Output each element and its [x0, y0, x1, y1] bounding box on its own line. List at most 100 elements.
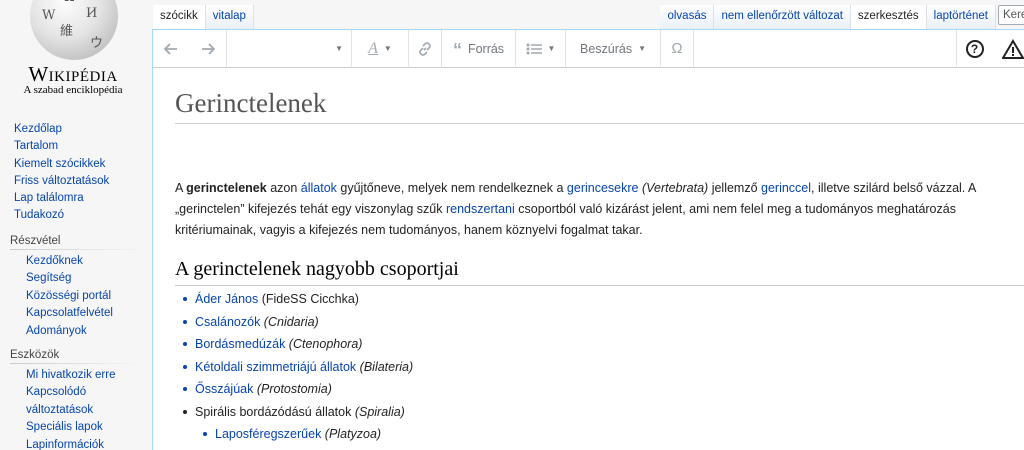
intro-text: jellemző — [708, 181, 762, 195]
participation-portal: Részvétel Kezdőknek Segítség Közösségi p… — [10, 235, 146, 340]
list-item: Spirális bordázódású állatok (Spiralia) — [179, 401, 679, 424]
nav-link-random-page[interactable]: Lap találomra — [14, 190, 146, 207]
nav-link-what-links-here[interactable]: Mi hivatkozik erre — [26, 367, 146, 384]
omega-icon: Ω — [671, 40, 683, 57]
article-intro: A gerinctelenek azon állatok gyűjtőneve,… — [175, 178, 1015, 241]
tools-heading: Eszközök — [10, 349, 146, 364]
undo-arrow-icon — [164, 42, 177, 55]
undo-button[interactable] — [153, 30, 189, 68]
chevron-down-icon: ▼ — [638, 44, 647, 53]
tab-edit[interactable]: szerkesztés — [850, 5, 927, 29]
link-gerincesek[interactable]: gerincesekre — [567, 181, 639, 195]
group-latin: (Platyzoa) — [321, 427, 382, 441]
chevron-down-icon: ▼ — [383, 44, 392, 53]
section-heading: A gerinctelenek nagyobb csoportjai — [175, 258, 1024, 286]
nav-link-main-page[interactable]: Kezdőlap — [14, 121, 146, 138]
nav-link-help[interactable]: Segítség — [26, 270, 146, 287]
redo-arrow-icon — [201, 42, 215, 55]
special-character-button[interactable]: Ω — [661, 29, 694, 68]
list-item: Ősszájúak (Protostomia) — [179, 378, 679, 401]
group-link[interactable]: Bordásmedúzák — [195, 337, 285, 351]
chevron-down-icon: ▼ — [547, 44, 556, 53]
quote-icon: “ — [452, 40, 462, 60]
group-link[interactable]: Ősszájúak — [195, 382, 253, 396]
group-link[interactable]: Laposféregszerűek — [215, 427, 321, 441]
tab-article[interactable]: szócikk — [153, 5, 206, 29]
nav-link-community-portal[interactable]: Közösségi portál — [26, 288, 146, 305]
group-latin: (Spiralia) — [354, 404, 405, 419]
nav-link-beginners[interactable]: Kezdőknek — [26, 253, 146, 270]
tab-history[interactable]: laptörténet — [926, 5, 996, 29]
globe-glyph: Ω — [64, 0, 75, 5]
main-navigation: Kezdőlap Tartalom Kiemelt szócikkek Fris… — [14, 121, 146, 225]
visual-editor-toolbar: ▼ A ▼ “ Forrás ▼ Beszúrás ▼ Ω ? — [153, 29, 1024, 68]
view-tabs: olvasás nem ellenőrzött változat szerkes… — [660, 5, 996, 29]
intro-bold-term: gerinctelenek — [186, 181, 267, 195]
notices-button[interactable] — [992, 30, 1024, 68]
intro-text: A — [175, 181, 187, 195]
insert-dropdown[interactable]: Beszúrás ▼ — [566, 29, 661, 68]
content-area: ▼ A ▼ “ Forrás ▼ Beszúrás ▼ Ω ? Gerincte… — [152, 29, 1024, 450]
cite-label: Forrás — [467, 41, 505, 56]
globe-glyph: 維 — [60, 24, 74, 39]
group-latin: (Cnidaria) — [260, 314, 319, 329]
participation-heading: Részvétel — [10, 235, 146, 250]
text-style-icon: A — [368, 39, 378, 57]
nav-link-help-desk[interactable]: Tudakozó — [14, 207, 146, 224]
page-title: Gerinctelenek — [175, 88, 1024, 124]
nav-link-contents[interactable]: Tartalom — [14, 138, 146, 155]
nav-link-recent-changes[interactable]: Friss változtatások — [14, 173, 146, 190]
link-icon — [419, 41, 431, 56]
tab-talk[interactable]: vitalap — [205, 5, 254, 29]
group-latin: (Bilateria) — [356, 359, 414, 374]
latin-vertebrata: (Vertebrata) — [641, 181, 709, 195]
tab-unreviewed-version[interactable]: nem ellenőrzött változat — [714, 5, 851, 29]
group-latin: (Ctenophora) — [285, 337, 363, 351]
intro-text: gyűjtőneve, melyek nem rendelkeznek a — [336, 181, 567, 195]
nav-link-donations[interactable]: Adományok — [26, 323, 146, 340]
list-dropdown[interactable]: ▼ — [516, 29, 566, 68]
group-note: (FideSS Cicchka) — [258, 292, 359, 306]
list-item: Laposféregszerűek (Platyzoa) — [199, 423, 679, 446]
cite-button[interactable]: “ Forrás — [442, 29, 516, 68]
list-item: Kétoldali szimmetriájú állatok (Bilateri… — [179, 356, 679, 379]
tab-read[interactable]: olvasás — [660, 5, 715, 29]
nav-link-contact[interactable]: Kapcsolatfelvétel — [26, 305, 146, 322]
groups-list: Áder János (FideSS Cicchka) Csalánozók (… — [179, 288, 679, 446]
nav-link-related-changes[interactable]: Kapcsolódó változtatások — [26, 384, 146, 419]
globe-glyph: ウ — [90, 36, 104, 51]
wikipedia-globe-icon: W Ω И 維 ウ — [30, 0, 118, 60]
group-link[interactable]: Kétoldali szimmetriájú állatok — [195, 360, 356, 374]
list-item: Áder János (FideSS Cicchka) — [179, 288, 679, 311]
tools-portal: Eszközök Mi hivatkozik erre Kapcsolódó v… — [10, 349, 146, 450]
nav-link-featured[interactable]: Kiemelt szócikkek — [14, 156, 146, 173]
list-item: Bordásmedúzák (Ctenophora) — [179, 333, 679, 356]
link-button[interactable] — [409, 29, 442, 68]
logo-tagline: A szabad enciklopédia — [23, 84, 123, 96]
globe-glyph: И — [86, 6, 98, 21]
link-allatok[interactable]: állatok — [301, 181, 337, 195]
globe-glyph: W — [42, 8, 56, 23]
search-input[interactable]: Kere — [998, 5, 1024, 25]
list-item: Csalánozók (Cnidaria) — [179, 311, 679, 334]
group-link[interactable]: Csalánozók — [195, 315, 260, 329]
link-rendszertan[interactable]: rendszertani — [446, 202, 515, 216]
wikipedia-logo[interactable]: W Ω И 維 ウ Wikipédia A szabad enciklopédi… — [0, 0, 152, 112]
help-button[interactable]: ? — [956, 29, 992, 68]
text-style-dropdown[interactable]: A ▼ — [352, 29, 409, 68]
nav-link-page-info[interactable]: Lapinformációk — [26, 437, 146, 450]
chevron-down-icon: ▼ — [335, 44, 343, 53]
paragraph-format-dropdown[interactable]: ▼ — [227, 29, 352, 68]
bullet-list-icon — [526, 43, 542, 54]
insert-label: Beszúrás — [579, 41, 633, 56]
link-gerinc[interactable]: gerinccel — [761, 181, 811, 195]
namespace-tabs: szócikk vitalap — [153, 5, 254, 29]
group-link[interactable]: Áder János — [195, 292, 258, 306]
group-latin: (Protostomia) — [253, 382, 332, 396]
group-plain-text: Spirális bordázódású állatok — [195, 404, 355, 419]
help-icon: ? — [965, 39, 984, 58]
intro-text: azon — [266, 181, 301, 195]
redo-button[interactable] — [189, 29, 227, 68]
nav-link-special-pages[interactable]: Speciális lapok — [26, 419, 146, 436]
